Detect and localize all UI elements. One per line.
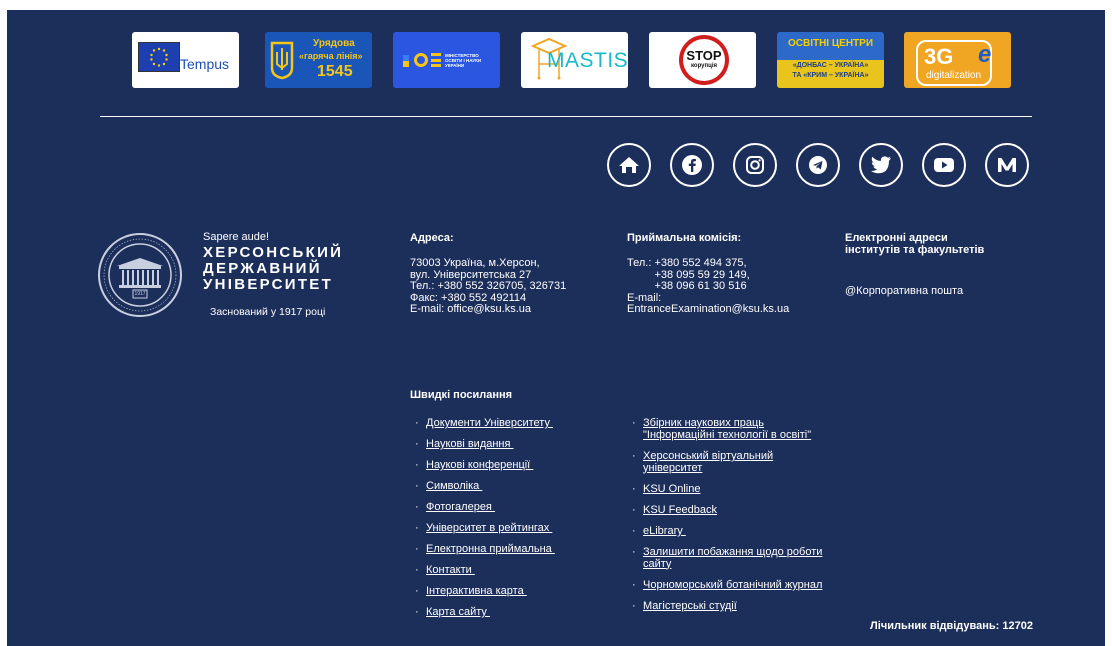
corporate-mail-link[interactable]: @Корпоративна пошта xyxy=(845,285,984,298)
admission-block: Приймальна комісія: Тел.: +380 552 494 3… xyxy=(627,232,789,316)
university-name: ХЕРСОНСЬКИЙ ДЕРЖАВНИЙ УНІВЕРСИТЕТ xyxy=(203,245,343,293)
ministry-mark-bars xyxy=(431,53,441,67)
address-text: 73003 Україна, м.Херсон, вул. Університе… xyxy=(410,257,567,315)
quick-link[interactable]: KSU Feedback xyxy=(643,504,717,517)
tempus-logo[interactable]: Tempus xyxy=(132,32,239,88)
university-motto: Sapere aude! xyxy=(203,231,270,243)
stop-corruption-logo[interactable]: STOP корупція xyxy=(649,32,756,88)
emails-title-line: інститутів та факультетів xyxy=(845,244,985,256)
university-name-line: ХЕРСОНСЬКИЙ xyxy=(203,244,344,261)
ministry-text: МІНІСТЕРСТВО ОСВІТИ І НАУКИ УКРАЇНИ xyxy=(445,53,482,68)
address-title: Адреса: xyxy=(410,232,454,244)
address-block: Адреса: 73003 Україна, м.Херсон, вул. Ун… xyxy=(410,232,566,316)
university-name-line: ДЕРЖАВНИЙ xyxy=(203,260,322,277)
3g-e-letter: e xyxy=(978,41,992,68)
quick-link[interactable]: KSU Online xyxy=(643,483,700,496)
quick-link[interactable]: Інтерактивна карта xyxy=(426,585,527,598)
university-brand[interactable]: 1917 Sapere aude! ХЕРСОНСЬКИЙ ДЕРЖАВНИЙ … xyxy=(97,231,347,332)
mastis-logo[interactable]: MASTIS xyxy=(521,32,628,88)
quick-link[interactable]: Наукові видання xyxy=(426,438,514,451)
quick-link[interactable]: Наукові конференції xyxy=(426,459,533,472)
quick-links-left: · Документи Університету · Наукові видання… xyxy=(415,417,555,619)
quick-links-right: · Збірник наукових праць "Інформаційні те… xyxy=(632,417,823,613)
emails-title-line: Електронні адреси xyxy=(845,232,948,244)
ministry-flag-icon xyxy=(403,55,409,67)
edu-line2: «ДОНБАС – УКРАЇНА» xyxy=(792,62,869,69)
trident-icon xyxy=(269,40,295,80)
founded-text: Заснований у 1917 році xyxy=(210,306,326,318)
quick-link[interactable]: Магістерські студії xyxy=(643,600,737,613)
stop-sign-icon: STOP корупція xyxy=(679,35,729,85)
quick-link[interactable]: Херсонський віртуальний університет xyxy=(643,450,773,474)
quick-link[interactable]: Електронна приймальна xyxy=(426,543,555,556)
quick-link[interactable]: Документи Університету xyxy=(426,417,553,430)
hotline-line3: 1545 xyxy=(317,63,353,80)
partners-row: Tempus Урядова «гаряча лінія» 1545 МІНІС… xyxy=(132,32,1012,90)
quick-link[interactable]: Символіка xyxy=(426,480,482,493)
home-icon[interactable] xyxy=(607,143,651,187)
quick-link[interactable]: Залишити побажання щодо роботи сайту xyxy=(643,546,822,570)
emails-block: Електронні адреси інститутів та факульте… xyxy=(845,232,984,298)
telegram-icon[interactable] xyxy=(796,143,840,187)
ministry-logo[interactable]: МІНІСТЕРСТВО ОСВІТИ І НАУКИ УКРАЇНИ xyxy=(393,32,500,88)
education-centers-logo[interactable]: ОСВІТНІ ЦЕНТРИ «ДОНБАС – УКРАЇНА» ТА «КР… xyxy=(777,32,884,88)
social-links xyxy=(607,143,1037,195)
quick-link[interactable]: Контакти xyxy=(426,564,475,577)
quick-links-title: Швидкі посилання xyxy=(410,389,513,401)
admission-title: Приймальна комісія: xyxy=(627,232,742,244)
admission-text[interactable]: Тел.: +380 552 494 375, +38 095 59 29 14… xyxy=(627,257,789,316)
mastis-text: MASTIS xyxy=(547,49,628,72)
hotline-logo[interactable]: Урядова «гаряча лінія» 1545 xyxy=(265,32,372,88)
quick-link[interactable]: eLibrary xyxy=(643,525,686,538)
hotline-line2: «гаряча лінія» xyxy=(299,51,363,61)
quick-link[interactable]: Збірник наукових праць "Інформаційні тех… xyxy=(643,417,811,441)
quick-link[interactable]: Карта сайту xyxy=(426,606,490,619)
footer-divider xyxy=(100,116,1032,117)
medium-icon[interactable] xyxy=(985,143,1029,187)
youtube-icon[interactable] xyxy=(922,143,966,187)
tempus-text: Tempus xyxy=(180,56,230,72)
stop-sub: корупція xyxy=(691,63,717,69)
visit-counter: Лічильник відвідувань: 12702 xyxy=(870,620,1033,632)
3g-digitalization-logo[interactable]: 3G e digitalization xyxy=(904,32,1011,88)
eu-flag-icon xyxy=(138,42,180,72)
facebook-icon[interactable] xyxy=(670,143,714,187)
quick-link[interactable]: Університет в рейтингах xyxy=(426,522,552,535)
twitter-icon[interactable] xyxy=(859,143,903,187)
footer: Tempus Урядова «гаряча лінія» 1545 МІНІС… xyxy=(7,10,1105,646)
edu-line1: ОСВІТНІ ЦЕНТРИ xyxy=(787,38,874,49)
seal-year: 1917 xyxy=(134,291,146,297)
edu-line3: ТА «КРИМ – УКРАЇНА» xyxy=(792,72,869,79)
hotline-line1: Урядова xyxy=(313,38,355,49)
university-name-line: УНІВЕРСИТЕТ xyxy=(203,276,334,293)
quick-link[interactable]: Фотогалерея xyxy=(426,501,495,514)
quick-link[interactable]: Чорноморський ботанічний журнал xyxy=(643,579,822,592)
ministry-mark-icon xyxy=(414,53,428,67)
instagram-icon[interactable] xyxy=(733,143,777,187)
stop-text: STOP xyxy=(686,48,722,63)
3g-small-text: digitalization xyxy=(926,70,982,81)
3g-text: 3G xyxy=(924,44,954,69)
university-seal-icon: 1917 xyxy=(97,232,183,318)
